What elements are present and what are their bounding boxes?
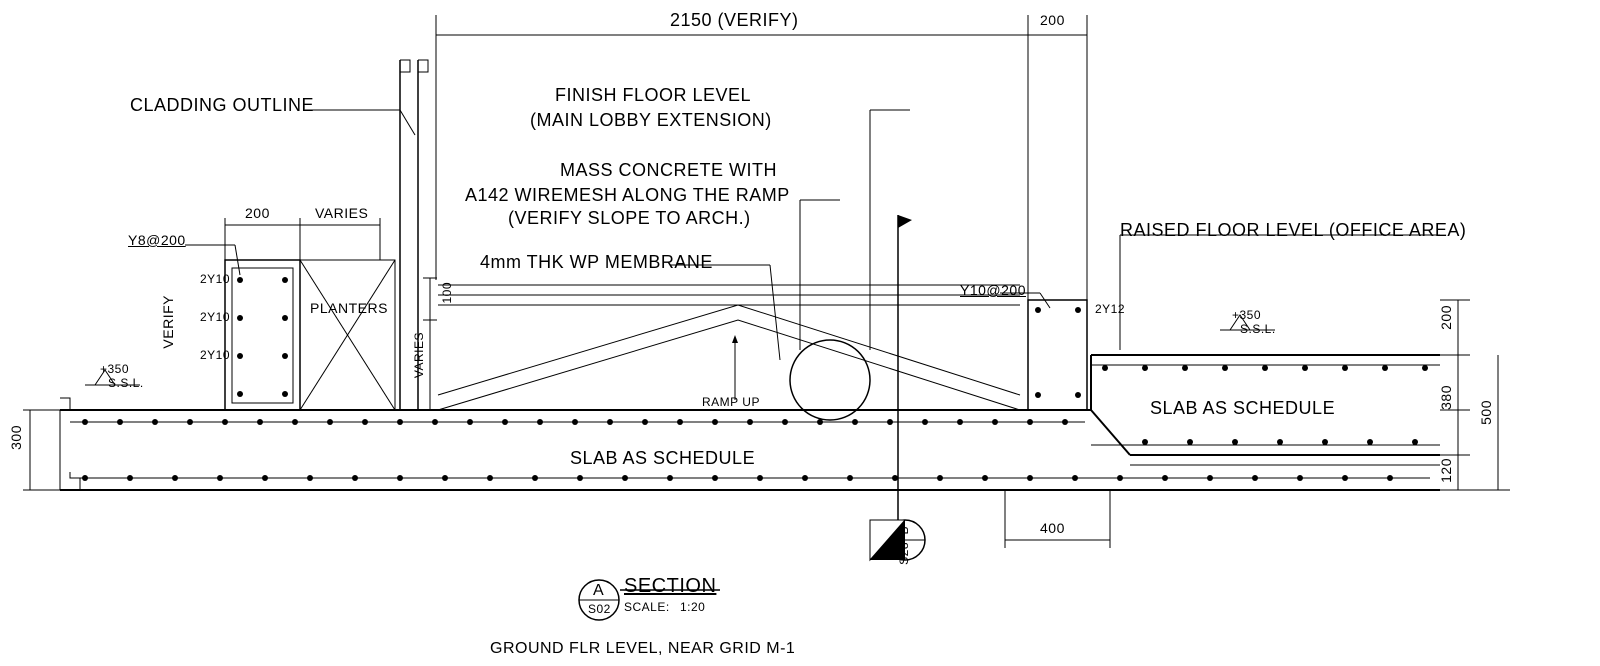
marker-b: B [897, 526, 911, 535]
title-scale-val: 1:20 [680, 600, 705, 614]
rebar-2y12: 2Y12 [1095, 302, 1125, 316]
ssl-right: S.S.L. [1240, 322, 1276, 336]
dim-200-top: 200 [1040, 12, 1065, 28]
rebar-2y10-a: 2Y10 [200, 272, 230, 286]
rebar-2y10-c: 2Y10 [200, 348, 230, 362]
title-subtitle: GROUND FLR LEVEL, NEAR GRID M-1 [490, 640, 795, 658]
ssl-left: S.S.L. [108, 376, 144, 390]
title-scale-lbl: SCALE: [624, 600, 670, 614]
dim-380-right: 380 [1438, 385, 1454, 410]
dim-120-right: 120 [1438, 458, 1454, 483]
dim-500-right: 500 [1478, 400, 1494, 425]
note-ramp-up: RAMP UP [702, 395, 760, 409]
note-slab2: SLAB AS SCHEDULE [1150, 398, 1335, 419]
marker-s28: S28 [897, 542, 911, 565]
ssl-350-right: +350 [1232, 308, 1261, 322]
rebar-y8: Y8@200 [128, 232, 186, 248]
note-mass2: A142 WIREMESH ALONG THE RAMP [465, 185, 790, 206]
note-planters: PLANTERS [310, 300, 388, 316]
dim-varies-vert: VARIES [412, 332, 426, 378]
dim-300-left: 300 [8, 425, 24, 450]
rebar-2y10-b: 2Y10 [200, 310, 230, 324]
note-finish2: (MAIN LOBBY EXTENSION) [530, 110, 772, 131]
title-letter: A [593, 582, 604, 600]
note-verify-vert: VERIFY [160, 295, 176, 349]
rebar-y10: Y10@200 [960, 282, 1026, 298]
note-mass1: MASS CONCRETE WITH [560, 160, 777, 181]
ssl-350-left: +350 [100, 362, 129, 376]
dim-200-left: 200 [245, 205, 270, 221]
title-name: SECTION [624, 575, 716, 598]
note-cladding: CLADDING OUTLINE [130, 95, 314, 116]
note-mass3: (VERIFY SLOPE TO ARCH.) [508, 208, 751, 229]
dim-200-right: 200 [1438, 305, 1454, 330]
dim-400-bottom: 400 [1040, 520, 1065, 536]
dim-100-vert: 100 [440, 282, 454, 304]
note-raised: RAISED FLOOR LEVEL (OFFICE AREA) [1120, 220, 1466, 241]
title-sheet: S02 [588, 602, 611, 616]
note-wp: 4mm THK WP MEMBRANE [480, 252, 713, 273]
dim-2150: 2150 (VERIFY) [670, 10, 799, 31]
note-slab1: SLAB AS SCHEDULE [570, 448, 755, 469]
dim-varies-left: VARIES [315, 205, 368, 221]
note-finish1: FINISH FLOOR LEVEL [555, 85, 751, 106]
